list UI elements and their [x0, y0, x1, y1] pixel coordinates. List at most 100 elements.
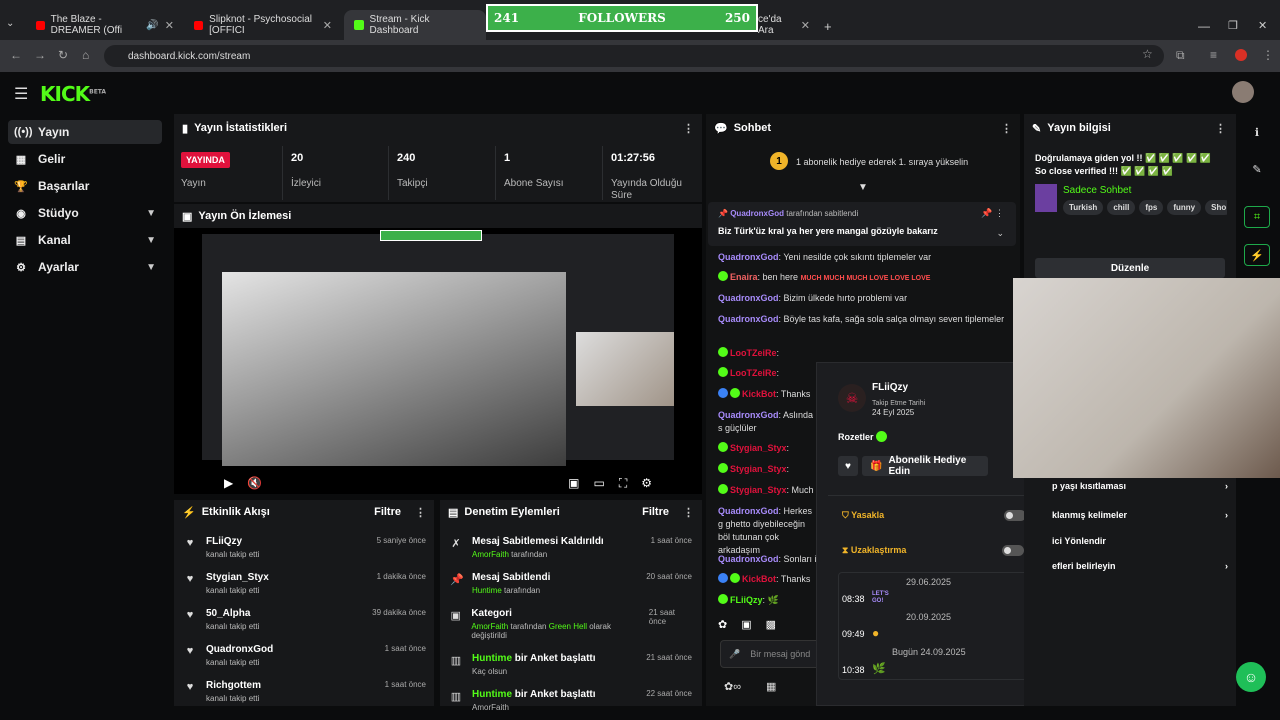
- minimize-icon[interactable]: —: [1198, 19, 1210, 33]
- chevron-right-icon: ›: [1225, 481, 1228, 491]
- more-icon[interactable]: ⋮: [415, 506, 426, 519]
- theater-icon[interactable]: ▭: [593, 476, 604, 490]
- timeout-toggle[interactable]: [1002, 545, 1024, 556]
- crop-icon[interactable]: ⌗: [1244, 206, 1270, 228]
- emote-icon: ▩: [765, 619, 777, 631]
- browser-tab-4[interactable]: ce'da Ara ✕: [748, 10, 820, 40]
- avatar[interactable]: [1232, 81, 1254, 103]
- close-icon[interactable]: ✕: [323, 19, 332, 32]
- more-icon[interactable]: ⋮: [1215, 122, 1226, 135]
- chat-input[interactable]: 🎤 Bir mesaj gönd: [720, 640, 820, 668]
- tab-label: The Blaze - DREAMER (Offi: [50, 14, 123, 36]
- browser-tab-2[interactable]: Slipknot - Psychosocial [OFFICI ✕: [184, 10, 342, 40]
- sidebar-item-gelir[interactable]: ▦ Gelir: [8, 147, 162, 171]
- lightning-icon[interactable]: ⚡: [1244, 244, 1270, 266]
- heart-icon: ♥: [186, 537, 194, 549]
- more-icon[interactable]: ⋮: [1001, 122, 1012, 135]
- close-icon[interactable]: ✕: [165, 19, 174, 32]
- moderation-header: ▤ Denetim Eylemleri Filtre ⋮: [440, 498, 702, 526]
- list-item: ♥ Richgottem kanalı takip etti 1 saat önce: [184, 680, 426, 703]
- moderation-list: ✗ Mesaj Sabitlemesi Kaldırıldı AmorFaith t…: [450, 536, 692, 712]
- sidebar-item-kanal[interactable]: ▤ Kanal ▼: [8, 228, 162, 252]
- badge-icon: [876, 431, 887, 442]
- chat-bubble-icon: ☺: [1243, 669, 1259, 685]
- preview-controls: ▶ 🔇 ▣ ▭ ⛶ ⚙: [174, 472, 702, 494]
- kick-logo[interactable]: KICKBETA: [40, 82, 106, 106]
- new-tab-icon[interactable]: +: [824, 19, 832, 34]
- close-icon[interactable]: ✕: [801, 19, 810, 32]
- fullscreen-icon[interactable]: ⛶: [619, 476, 627, 491]
- mute-icon[interactable]: 🔇: [247, 476, 262, 490]
- filter-icon[interactable]: ▼: [858, 182, 868, 193]
- gift-sub-button[interactable]: 🎁 Abonelik Hediye Edin: [862, 455, 988, 477]
- sidebar-item-label: Yayın: [38, 125, 70, 139]
- profile-alert-icon[interactable]: [1235, 49, 1247, 61]
- browser-tab-1[interactable]: The Blaze - DREAMER (Offi 🔊 ✕: [26, 10, 184, 40]
- follow-heart-button[interactable]: ♥: [838, 456, 858, 476]
- poll-icon: ▥: [450, 655, 462, 667]
- window-close-icon[interactable]: ✕: [1258, 19, 1267, 32]
- pinned-message[interactable]: 📌 QuadronxGod tarafından sabitlendi Biz …: [708, 202, 1016, 246]
- sidebar-item-studyo[interactable]: ◉ Stüdyo ▼: [8, 201, 162, 225]
- stat-uptime: 01:27:56 Yayında Olduğu Süre: [602, 146, 700, 201]
- hamburger-icon[interactable]: ☰: [14, 84, 28, 104]
- setting-age-restriction[interactable]: p yaşı kısıtlaması ›: [1052, 481, 1228, 491]
- tab-search-icon[interactable]: ⌄: [6, 18, 14, 29]
- heart-icon: ♥: [186, 645, 194, 657]
- filter-button[interactable]: Filtre: [642, 506, 669, 518]
- sidebar-item-label: Kanal: [38, 233, 71, 247]
- sidebar-item-label: Başarılar: [38, 179, 90, 193]
- pin-toggle-icon[interactable]: 📌 ⋮: [981, 208, 1004, 219]
- emote-bar[interactable]: ✿ ▣ ▩: [718, 618, 818, 634]
- menu-icon[interactable]: ⋮: [1262, 48, 1274, 62]
- chat-message: QuadronxGod: Aslında s güçlüler: [718, 410, 814, 433]
- reload-icon[interactable]: ↻: [58, 48, 68, 62]
- pencil-icon[interactable]: ✎: [1244, 158, 1270, 180]
- sidebar-item-label: Ayarlar: [38, 260, 79, 274]
- forward-icon[interactable]: →: [34, 48, 46, 62]
- back-icon[interactable]: ←: [10, 48, 22, 62]
- store-icon[interactable]: ▦: [766, 680, 776, 693]
- followers-goal-overlay: 241 FOLLOWERS 250: [486, 4, 758, 32]
- setting-host-redirect[interactable]: ici Yönlendir: [1052, 536, 1228, 546]
- pip-icon[interactable]: ▣: [568, 476, 579, 490]
- media-icon[interactable]: ≡: [1210, 48, 1217, 62]
- stream-preview[interactable]: ▶ 🔇 ▣ ▭ ⛶ ⚙: [174, 228, 702, 494]
- ban-toggle[interactable]: [1004, 510, 1026, 521]
- home-icon[interactable]: ⌂: [82, 48, 89, 62]
- gift-goal-badge: 1: [770, 152, 788, 170]
- filter-button[interactable]: Filtre: [374, 506, 401, 518]
- chat-message: KickBot: Thanks: [718, 573, 818, 586]
- edit-button[interactable]: Düzenle: [1035, 258, 1225, 278]
- maximize-icon[interactable]: ❐: [1228, 19, 1238, 32]
- pencil-icon: ✎: [1032, 122, 1042, 135]
- user-card-name[interactable]: FLiiQzy: [872, 382, 908, 393]
- chat-message: QuadronxGod: Bizim ülkede hırto problemi…: [718, 293, 908, 303]
- url-input[interactable]: dashboard.kick.com/stream: [104, 45, 1164, 67]
- play-icon[interactable]: ▶: [224, 476, 233, 490]
- setting-goals[interactable]: efleri belirleyin ›: [1052, 561, 1228, 571]
- heart-icon: ♥: [186, 573, 194, 585]
- category-name[interactable]: Sadece Sohbet: [1063, 185, 1131, 196]
- lets-go-emote: LET'S GO!: [872, 591, 889, 604]
- sidebar-item-basarilar[interactable]: 🏆 Başarılar: [8, 174, 162, 198]
- more-icon[interactable]: ⋮: [683, 122, 694, 135]
- support-chat-button[interactable]: ☺: [1236, 662, 1266, 692]
- shield-icon: ⛉: [842, 510, 849, 520]
- chat-message: Enaira: ben here MUCH MUCH MUCH LOVE LOV…: [718, 271, 1008, 285]
- sidebar-item-yayin[interactable]: ((•)) Yayın: [8, 120, 162, 144]
- chevron-right-icon: ›: [1225, 510, 1228, 520]
- bookmark-star-icon[interactable]: ☆: [1142, 47, 1153, 61]
- setting-blocked-words[interactable]: klanmış kelimeler ›: [1052, 510, 1228, 520]
- info-icon[interactable]: ℹ: [1244, 121, 1270, 143]
- sidebar-item-ayarlar[interactable]: ⚙ Ayarlar ▼: [8, 255, 162, 279]
- ban-label: ⛉ Yasakla: [842, 510, 885, 520]
- chat-settings-icon[interactable]: ✿∞: [724, 680, 741, 693]
- live-label: Yayın: [181, 178, 206, 189]
- extensions-icon[interactable]: ⧉: [1176, 48, 1185, 63]
- gear-icon[interactable]: ⚙: [641, 476, 652, 490]
- hourglass-icon: ⧗: [842, 545, 849, 555]
- chevron-down-icon[interactable]: ⌄: [996, 228, 1004, 239]
- browser-tab-3[interactable]: Stream - Kick Dashboard: [344, 10, 486, 40]
- more-icon[interactable]: ⋮: [683, 506, 694, 519]
